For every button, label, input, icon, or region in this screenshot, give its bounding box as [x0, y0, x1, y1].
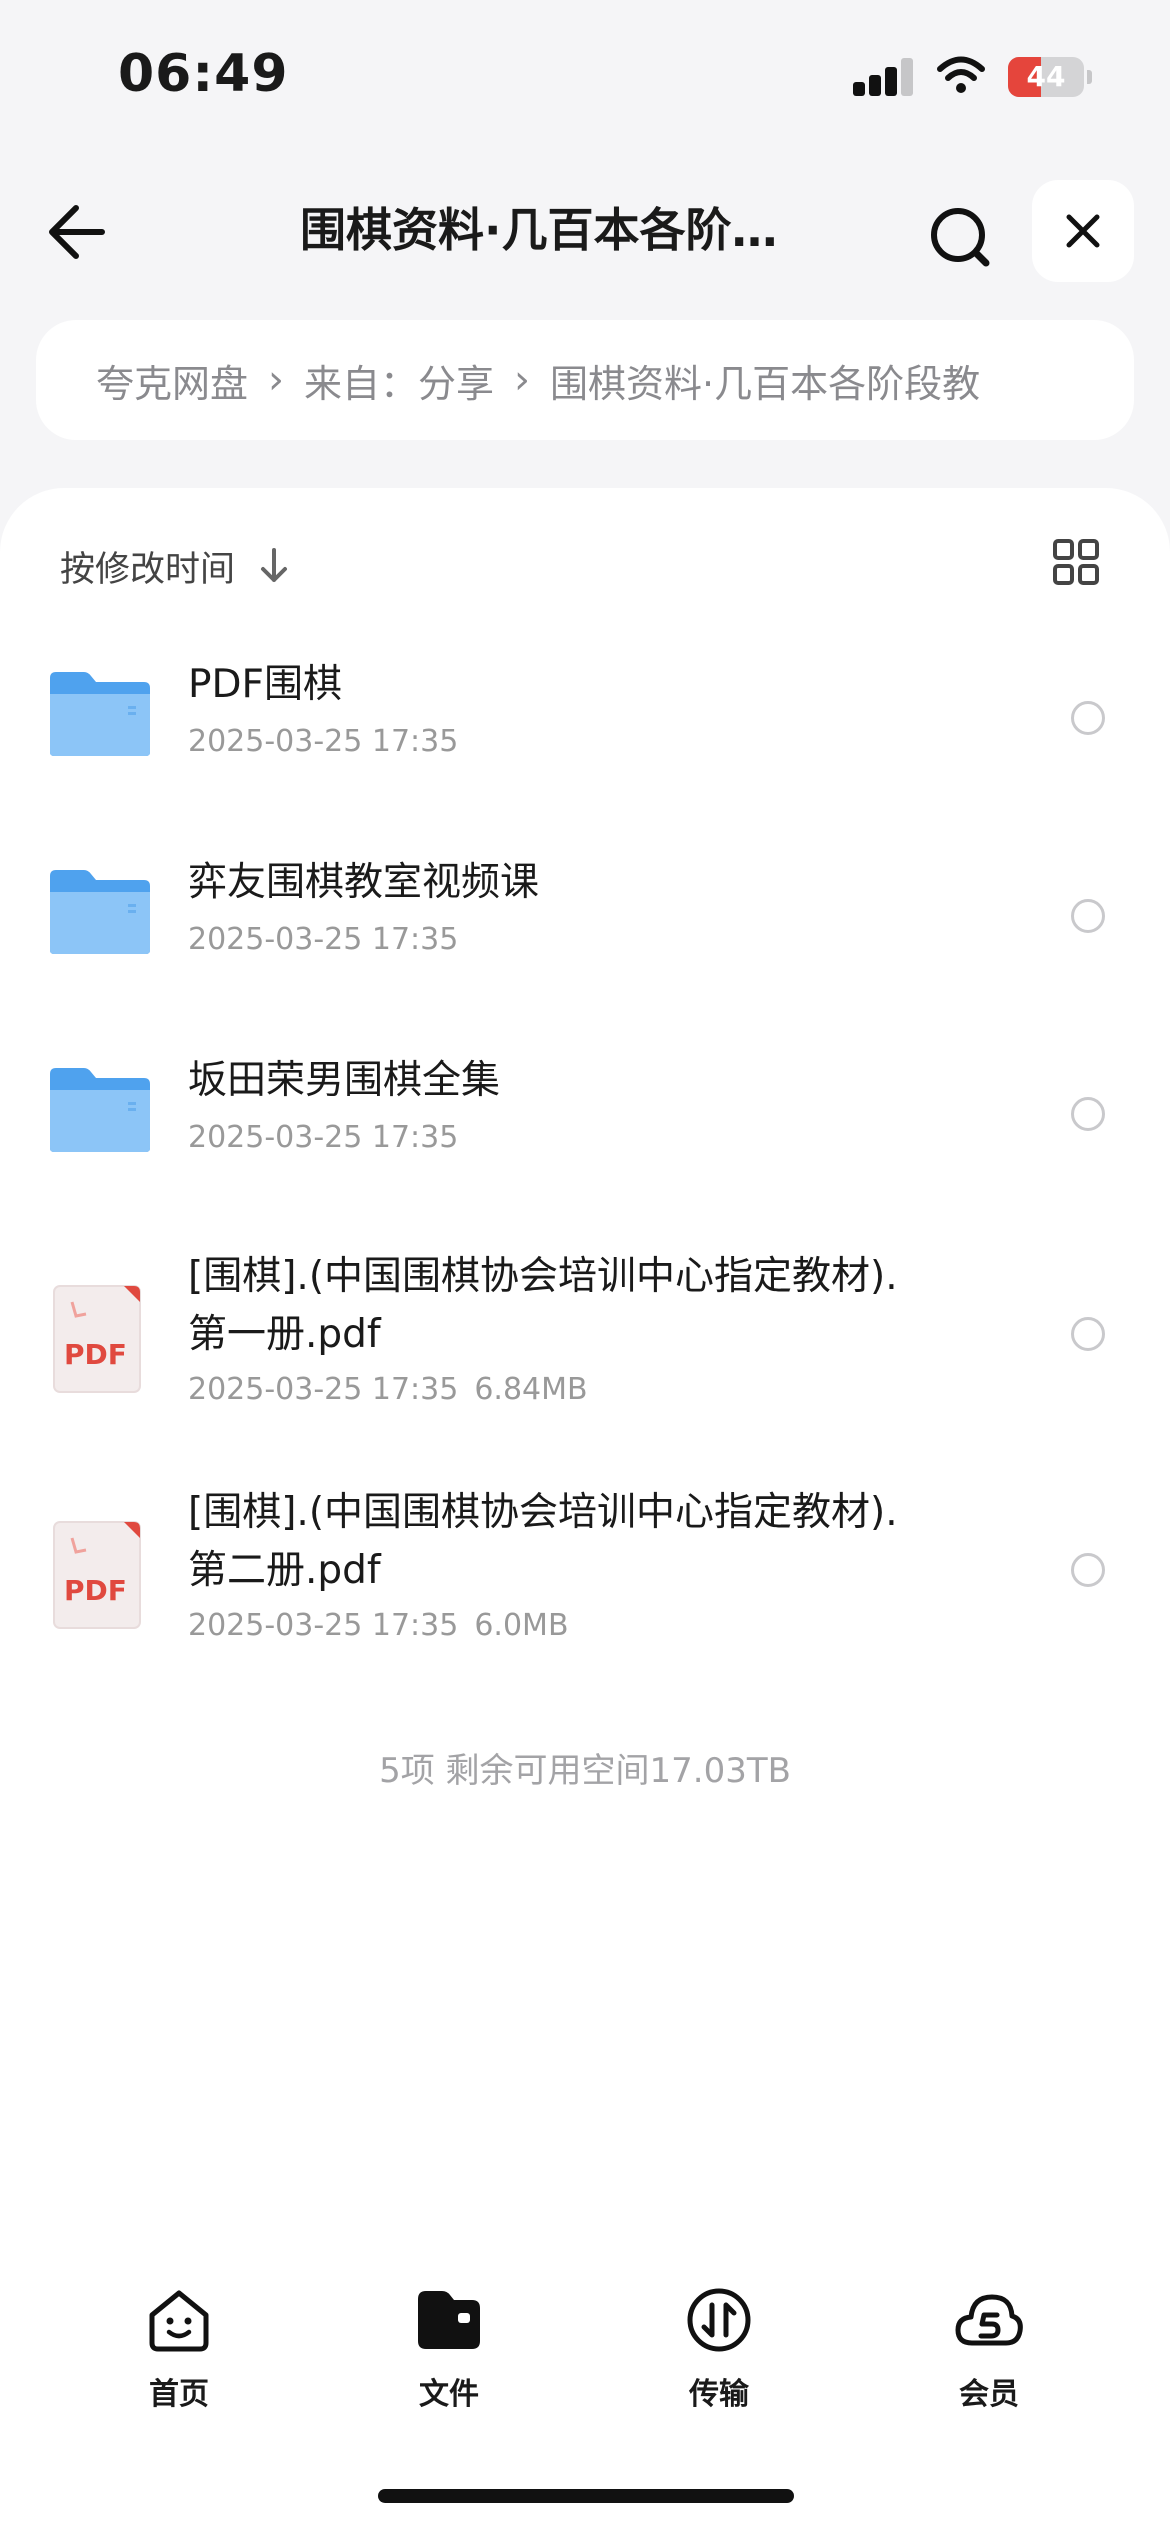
file-name: 弈友围棋教室视频课 — [188, 860, 540, 905]
file-meta: 2025-03-25 17:35 6.0MB — [188, 1608, 569, 1643]
file-meta: 2025-03-25 17:35 — [188, 1120, 458, 1155]
file-name-line2: 第一册.pdf — [188, 1312, 381, 1357]
list-item[interactable]: 坂田荣男围棋全集 2025-03-25 17:35 — [0, 1054, 1170, 1214]
list-item[interactable]: PDF [围棋].(中国围棋协会培训中心指定教材). 第二册.pdf 2025-… — [0, 1484, 1170, 1684]
tab-membership[interactable]: 会员 — [886, 2285, 1086, 2435]
wifi-icon — [937, 56, 985, 93]
chevron-right-icon: › — [268, 357, 285, 403]
file-date: 2025-03-25 17:35 — [188, 724, 459, 759]
select-radio[interactable] — [1071, 899, 1105, 933]
tab-transfer[interactable]: 传输 — [616, 2285, 816, 2435]
tab-label: 会员 — [959, 2377, 1019, 2412]
battery-level: 44 — [1026, 60, 1066, 93]
storage-summary: 5项 剩余可用空间17.03TB — [379, 1751, 791, 1791]
tab-label: 首页 — [149, 2377, 209, 2412]
breadcrumb-item-current[interactable]: 围棋资料·几百本各阶段教 — [550, 353, 980, 408]
list-item[interactable]: 弈友围棋教室视频课 2025-03-25 17:35 — [0, 856, 1170, 1016]
list-item[interactable]: PDF围棋 2025-03-25 17:35 — [0, 658, 1170, 818]
pdf-badge: PDF — [64, 1338, 127, 1371]
folder-icon — [50, 672, 150, 756]
home-smile-icon — [149, 2290, 209, 2352]
chevron-right-icon: › — [514, 357, 531, 403]
status-time: 06:49 — [118, 44, 289, 104]
close-icon — [1066, 214, 1100, 248]
file-name: 坂田荣男围棋全集 — [188, 1058, 501, 1103]
tab-label: 传输 — [689, 2377, 749, 2412]
select-radio[interactable] — [1071, 701, 1105, 735]
list-item[interactable]: PDF [围棋].(中国围棋协会培训中心指定教材). 第一册.pdf 2025-… — [0, 1248, 1170, 1448]
membership-cloud-icon — [955, 2294, 1023, 2346]
file-meta: 2025-03-25 17:35 — [188, 922, 458, 957]
navigation-header: 围棋资料·几百本各阶… — [0, 165, 1170, 295]
select-radio[interactable] — [1071, 1097, 1105, 1131]
transfer-icon — [687, 2288, 751, 2352]
file-meta: 2025-03-25 17:35 6.84MB — [188, 1372, 588, 1407]
file-name: [围棋].(中国围棋协会培训中心指定教材). 第二册.pdf — [188, 1484, 988, 1600]
file-name-line1: [围棋].(中国围棋协会培训中心指定教材). — [188, 1254, 898, 1299]
file-name-line1: [围棋].(中国围棋协会培训中心指定教材). — [188, 1490, 898, 1535]
sort-control[interactable]: 按修改时间 — [60, 536, 291, 596]
grid-view-icon[interactable] — [1052, 538, 1100, 586]
search-icon[interactable] — [920, 197, 1000, 277]
file-size: 6.0MB — [474, 1608, 569, 1643]
file-date: 2025-03-25 17:35 — [188, 1608, 459, 1643]
file-name: PDF围棋 — [188, 662, 342, 707]
file-meta: 2025-03-25 17:35 — [188, 724, 458, 759]
page-title: 围棋资料·几百本各阶… — [300, 203, 778, 257]
battery-icon: 44 — [1008, 57, 1092, 97]
file-list-card: 按修改时间 PDF围棋 2025-03-25 17:35 弈友围棋教室视频课 2… — [0, 488, 1170, 2532]
tab-label: 文件 — [419, 2377, 479, 2412]
arrow-left-icon[interactable] — [38, 190, 122, 274]
sort-label: 按修改时间 — [60, 549, 236, 590]
breadcrumb-item-root[interactable]: 夸克网盘 — [96, 353, 248, 408]
file-size: 6.84MB — [474, 1372, 588, 1407]
folder-icon — [50, 1068, 150, 1152]
tab-home[interactable]: 首页 — [76, 2285, 276, 2435]
pdf-file-icon: PDF — [53, 1521, 141, 1629]
file-date: 2025-03-25 17:35 — [188, 1120, 459, 1155]
arrow-down-icon — [261, 548, 288, 582]
select-radio[interactable] — [1071, 1317, 1105, 1351]
folder-filled-icon — [418, 2291, 480, 2349]
folder-icon — [50, 870, 150, 954]
breadcrumb-item-shared[interactable]: 来自：分享 — [304, 353, 494, 408]
file-name: [围棋].(中国围棋协会培训中心指定教材). 第一册.pdf — [188, 1248, 988, 1364]
bottom-tab-bar: 首页 文件 传输 会员 — [0, 2285, 1170, 2435]
pdf-badge: PDF — [64, 1574, 127, 1607]
file-browser-screen: 06:49 44 围棋资料·几百本各阶… 夸克网盘 › 来自：分享 › 围棋资料… — [0, 0, 1170, 2532]
file-date: 2025-03-25 17:35 — [188, 1372, 459, 1407]
select-radio[interactable] — [1071, 1553, 1105, 1587]
status-bar: 06:49 44 — [0, 0, 1170, 150]
home-indicator — [378, 2489, 794, 2503]
tab-files[interactable]: 文件 — [346, 2285, 546, 2435]
file-name-line2: 第二册.pdf — [188, 1548, 381, 1593]
close-button[interactable] — [1032, 180, 1134, 282]
file-date: 2025-03-25 17:35 — [188, 922, 459, 957]
cellular-signal-icon — [853, 58, 915, 96]
pdf-file-icon: PDF — [53, 1285, 141, 1393]
breadcrumb: 夸克网盘 › 来自：分享 › 围棋资料·几百本各阶段教 — [36, 320, 1134, 440]
